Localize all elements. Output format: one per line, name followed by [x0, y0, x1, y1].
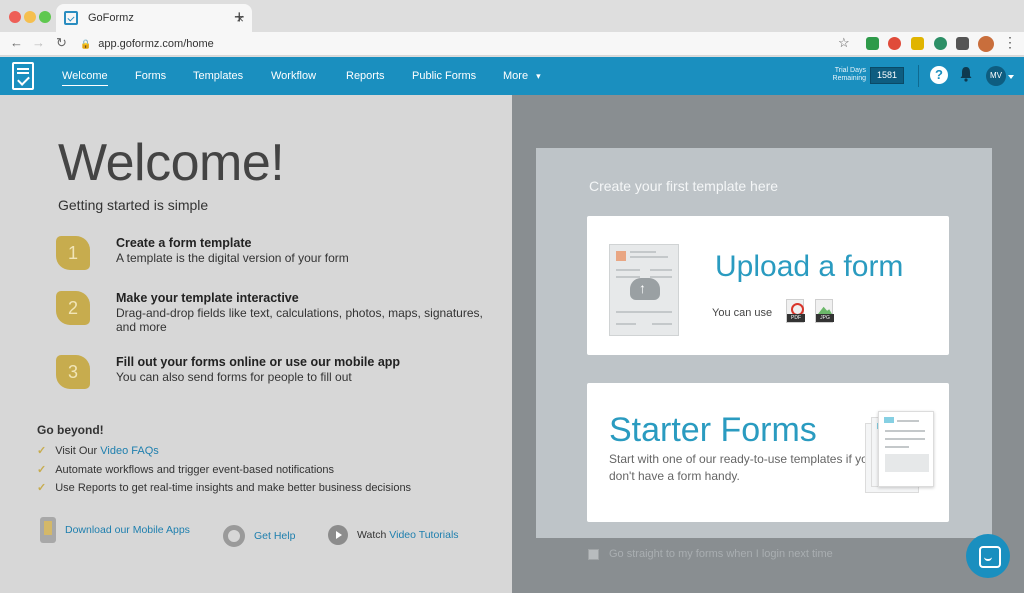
- create-template-panel: Create your first template here Upload a…: [512, 95, 1024, 593]
- browser-toolbar: ← → ↻ 🔒 app.goformz.com/home ☆ ⋮: [0, 32, 1024, 56]
- play-icon: [328, 525, 348, 545]
- lock-icon: 🔒: [80, 38, 92, 49]
- go-beyond-text: Visit Our: [55, 445, 101, 457]
- extension-icon[interactable]: [911, 37, 924, 50]
- app-header: Welcome Forms Templates Workflow Reports…: [0, 57, 1024, 95]
- get-help-link[interactable]: Get Help: [223, 525, 295, 547]
- step-title: Fill out your forms online or use our mo…: [116, 355, 401, 369]
- go-beyond-item: ✓ Use Reports to get real-time insights a…: [37, 481, 411, 494]
- step-number-badge: 3: [56, 355, 90, 389]
- goformz-logo-icon[interactable]: [12, 62, 34, 90]
- close-window-button[interactable]: [9, 11, 21, 23]
- chat-support-button[interactable]: [966, 534, 1010, 578]
- reload-button[interactable]: ↻: [56, 35, 67, 51]
- browser-menu-icon[interactable]: ⋮: [1003, 34, 1017, 51]
- nav-more[interactable]: More ▾: [503, 70, 541, 82]
- go-beyond-item: ✓ Automate workflows and trigger event-ba…: [37, 463, 334, 476]
- mobile-apps-link[interactable]: Download our Mobile Apps: [40, 517, 190, 543]
- nav-templates[interactable]: Templates: [193, 70, 243, 82]
- extension-icon[interactable]: [888, 37, 901, 50]
- checkmark-icon: ✓: [37, 445, 47, 457]
- get-help-label[interactable]: Get Help: [254, 530, 295, 542]
- bookmark-star-icon[interactable]: ☆: [838, 35, 850, 51]
- step-description: A template is the digital version of you…: [116, 251, 349, 265]
- help-icon[interactable]: ?: [930, 66, 948, 84]
- chevron-down-icon: ▾: [536, 71, 541, 81]
- header-divider: [918, 65, 919, 87]
- video-tutorials-label[interactable]: Video Tutorials: [389, 529, 458, 541]
- go-beyond-text: Use Reports to get real-time insights an…: [55, 482, 412, 494]
- checkmark-icon: ✓: [37, 482, 47, 494]
- video-tutorials-link[interactable]: Watch Video Tutorials: [328, 525, 459, 545]
- nav-more-label: More: [503, 70, 529, 82]
- tab-title: GoFormz: [88, 12, 134, 24]
- trial-days-label: Trial Days Remaining: [822, 67, 866, 83]
- address-bar[interactable]: 🔒 app.goformz.com/home: [80, 34, 860, 54]
- jpg-label: JPG: [816, 314, 834, 322]
- jpg-file-icon: JPG: [815, 299, 834, 323]
- video-faqs-link[interactable]: Video FAQs: [100, 445, 159, 457]
- lifebuoy-icon: [223, 525, 245, 547]
- browser-tabstrip: GoFormz × +: [0, 0, 1024, 32]
- profile-avatar[interactable]: [978, 36, 994, 52]
- avatar-caret-icon[interactable]: [1008, 75, 1014, 79]
- watch-label: Watch: [357, 529, 387, 541]
- url-text[interactable]: app.goformz.com/home: [98, 38, 214, 50]
- trial-label-line-2: Remaining: [832, 75, 866, 82]
- mobile-apps-label[interactable]: Download our Mobile Apps: [65, 524, 190, 536]
- template-options-area: Create your first template here Upload a…: [536, 148, 992, 538]
- step-number-badge: 2: [56, 291, 90, 325]
- page-subtitle: Getting started is simple: [58, 197, 209, 213]
- upload-format-note: You can use: [712, 307, 773, 319]
- goformz-favicon-icon: [64, 11, 78, 25]
- nav-welcome[interactable]: Welcome: [62, 70, 108, 86]
- create-template-heading: Create your first template here: [589, 178, 779, 194]
- puzzle-icon[interactable]: [956, 37, 969, 50]
- step-description: Drag-and-drop fields like text, calculat…: [116, 306, 483, 334]
- user-avatar[interactable]: MV: [986, 66, 1006, 86]
- checkmark-icon: ✓: [37, 464, 47, 476]
- go-beyond-heading: Go beyond!: [37, 423, 104, 437]
- upload-form-card[interactable]: Upload a form You can use PDF JPG: [587, 216, 949, 355]
- pdf-file-icon: PDF: [786, 299, 805, 323]
- go-beyond-text: Automate workflows and trigger event-bas…: [55, 464, 335, 476]
- bell-icon[interactable]: [959, 66, 973, 82]
- back-button[interactable]: ←: [10, 35, 23, 50]
- nav-forms[interactable]: Forms: [135, 70, 166, 82]
- step-title: Make your template interactive: [116, 291, 299, 305]
- maximize-window-button[interactable]: [39, 11, 51, 23]
- nav-workflow[interactable]: Workflow: [271, 70, 316, 82]
- extension-icon[interactable]: [934, 37, 947, 50]
- go-beyond-item: ✓ Visit Our Video FAQs: [37, 444, 159, 457]
- trial-days-count: 1581: [870, 67, 904, 84]
- extension-icon[interactable]: [866, 37, 879, 50]
- nav-public-forms[interactable]: Public Forms: [412, 70, 476, 82]
- page-title: Welcome!: [58, 134, 285, 192]
- nav-reports[interactable]: Reports: [346, 70, 385, 82]
- starter-forms-card[interactable]: Starter Forms Start with one of our read…: [587, 383, 949, 522]
- pdf-label: PDF: [787, 314, 805, 322]
- browser-tab[interactable]: GoFormz ×: [56, 4, 252, 32]
- step-description: You can also send forms for people to fi…: [116, 370, 352, 384]
- step-title: Create a form template: [116, 236, 252, 250]
- skip-welcome-label[interactable]: Go straight to my forms when I login nex…: [609, 548, 833, 560]
- new-tab-button[interactable]: +: [234, 8, 245, 26]
- template-stack-illustration: [878, 411, 934, 487]
- cloud-upload-icon: [630, 278, 660, 300]
- phone-icon: [40, 517, 56, 543]
- trial-label-line-1: Trial Days: [834, 67, 866, 74]
- skip-welcome-row[interactable]: Go straight to my forms when I login nex…: [588, 548, 833, 560]
- form-document-illustration: [609, 244, 679, 336]
- starter-forms-description: Start with one of our ready-to-use templ…: [609, 452, 875, 483]
- skip-welcome-checkbox[interactable]: [588, 548, 599, 560]
- step-number-badge: 1: [56, 236, 90, 270]
- minimize-window-button[interactable]: [24, 11, 36, 23]
- starter-forms-title[interactable]: Starter Forms: [609, 411, 817, 450]
- upload-form-title[interactable]: Upload a form: [715, 250, 903, 284]
- welcome-panel: Welcome! Getting started is simple 1 Cre…: [0, 95, 512, 593]
- forward-button[interactable]: →: [32, 35, 45, 50]
